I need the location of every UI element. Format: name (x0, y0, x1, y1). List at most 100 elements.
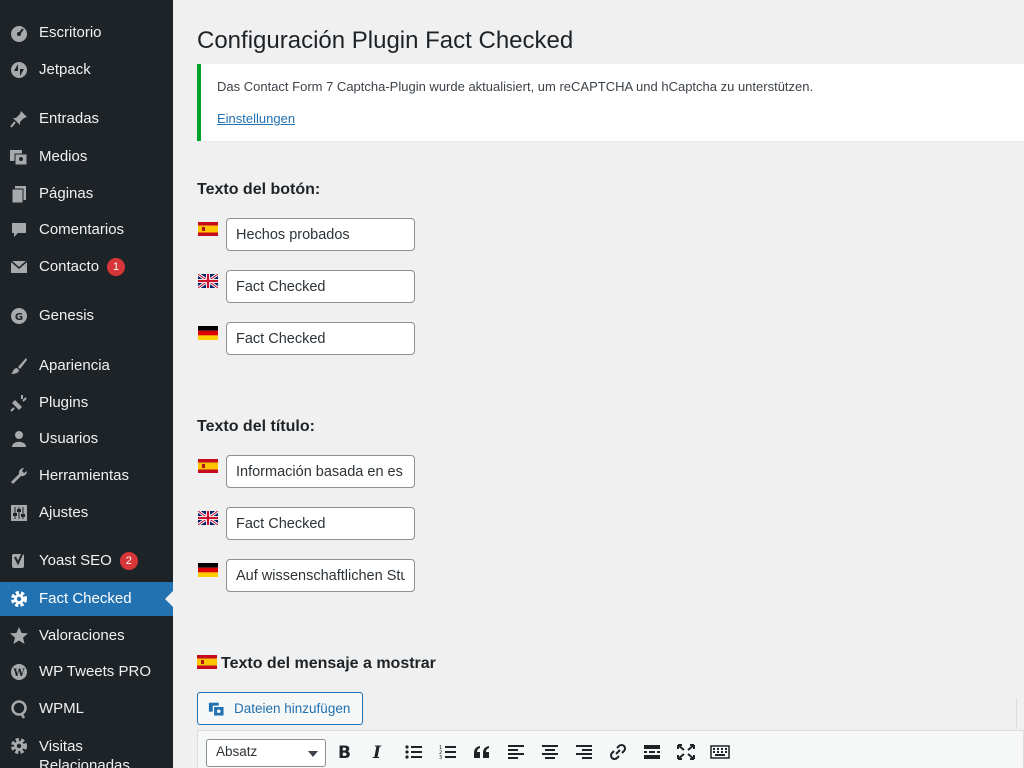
sidebar-item-genesis[interactable]: G Genesis (0, 299, 173, 333)
notification-badge: 2 (119, 552, 138, 570)
main-content: Configuración Plugin Fact Checked Das Co… (173, 0, 1024, 768)
toolbar-toggle-icon[interactable] (710, 742, 730, 762)
sidebar-item-label: Contacto (39, 258, 100, 275)
align-right-icon[interactable] (574, 742, 594, 762)
sidebar-item-label: WPML (39, 700, 84, 717)
svg-text:G: G (15, 312, 23, 323)
sidebar-item-label: Páginas (39, 185, 94, 202)
sidebar-item-wp-tweets-pro[interactable]: W WP Tweets PRO (0, 655, 173, 689)
dashboard-icon (9, 23, 29, 43)
uk-flag-icon (198, 511, 218, 525)
add-media-label: Dateien hinzufügen (234, 701, 351, 716)
sidebar-item-label: Jetpack (39, 61, 91, 78)
star-icon (9, 626, 29, 646)
add-media-icon (208, 702, 225, 717)
title-text-de-input[interactable] (226, 559, 415, 592)
settings-link[interactable]: Einstellungen (217, 111, 295, 126)
fullscreen-icon[interactable] (676, 742, 696, 762)
spain-flag-icon (197, 655, 217, 669)
title-text-heading: Texto del título: (197, 418, 315, 435)
germany-flag-icon (198, 563, 218, 577)
sidebar-item-label: Medios (39, 148, 88, 165)
brush-icon (9, 356, 29, 376)
sidebar-item-yoast-seo[interactable]: Yoast SEO 2 (0, 544, 173, 578)
uk-flag-icon (198, 274, 218, 288)
notice-text: Das Contact Form 7 Captcha-Plugin wurde … (217, 79, 814, 94)
sidebar-item-wpml[interactable]: WPML (0, 692, 173, 726)
yoast-icon (9, 551, 29, 571)
sidebar-item-label: Comentarios (39, 221, 125, 238)
sidebar-item-herramientas[interactable]: Herramientas (0, 459, 173, 493)
svg-text:B: B (338, 743, 351, 761)
sidebar-item-label: Visitas Relacionadas (39, 738, 130, 768)
sidebar-item-comentarios[interactable]: Comentarios (0, 213, 173, 247)
sidebar-item-fact-checked[interactable]: Fact Checked (0, 582, 173, 616)
sidebar-item-paginas[interactable]: Páginas (0, 177, 173, 211)
link-icon[interactable] (608, 742, 628, 762)
message-heading: Texto del mensaje a mostrar (221, 655, 436, 672)
chevron-down-icon (308, 751, 318, 757)
format-select-value: Absatz (216, 744, 258, 759)
media-icon (9, 147, 29, 167)
sidebar-item-usuarios[interactable]: Usuarios (0, 422, 173, 456)
sidebar-item-label: Usuarios (39, 430, 99, 447)
sidebar-item-label: Yoast SEO (39, 552, 112, 569)
sidebar-item-label: Fact Checked (39, 590, 132, 607)
notification-badge: 1 (107, 258, 126, 276)
sidebar-item-plugins[interactable]: Plugins (0, 386, 173, 420)
wrench-icon (9, 466, 29, 486)
bullet-list-icon[interactable] (404, 742, 424, 762)
comments-icon (9, 220, 29, 240)
spain-flag-icon (198, 222, 218, 236)
title-text-es-input[interactable] (226, 455, 415, 488)
sidebar-item-ajustes[interactable]: Ajustes (0, 496, 173, 530)
sidebar-item-label: Valoraciones (39, 627, 125, 644)
button-text-de-input[interactable] (226, 322, 415, 355)
gear-icon (9, 589, 29, 609)
message-heading-row: Texto del mensaje a mostrar (197, 655, 436, 673)
read-more-icon[interactable] (642, 742, 662, 762)
bold-icon[interactable]: B (334, 742, 354, 762)
svg-text:I: I (372, 743, 382, 761)
button-text-en-input[interactable] (226, 270, 415, 303)
mail-icon (9, 257, 29, 277)
sidebar-item-jetpack[interactable]: Jetpack (0, 53, 173, 87)
align-left-icon[interactable] (506, 742, 526, 762)
sidebar-item-visitas-relacionadas[interactable]: Visitas Relacionadas (0, 729, 173, 768)
sidebar-item-entradas[interactable]: Entradas (0, 102, 173, 136)
blockquote-icon[interactable] (472, 742, 492, 762)
add-media-button[interactable]: Dateien hinzufügen (197, 692, 363, 725)
numbered-list-icon[interactable]: 123 (438, 742, 458, 762)
button-text-heading: Texto del botón: (197, 181, 321, 198)
sidebar-item-contacto[interactable]: Contacto 1 (0, 250, 173, 284)
svg-text:3: 3 (439, 755, 442, 760)
editor-toolbar: Absatz B I 123 (197, 730, 1024, 768)
pages-icon (9, 184, 29, 204)
wordpress-icon: W (9, 662, 29, 682)
user-icon (9, 429, 29, 449)
gear-icon (9, 736, 29, 756)
svg-text:W: W (12, 668, 25, 679)
plugin-icon (9, 393, 29, 413)
button-text-es-input[interactable] (226, 218, 415, 251)
sidebar-item-label: Plugins (39, 394, 89, 411)
sidebar-item-label: WP Tweets PRO (39, 663, 151, 680)
jetpack-icon (9, 60, 29, 80)
sidebar-item-medios[interactable]: Medios (0, 140, 173, 174)
update-notice: Das Contact Form 7 Captcha-Plugin wurde … (197, 64, 1024, 141)
sidebar-item-valoraciones[interactable]: Valoraciones (0, 619, 173, 653)
admin-sidebar: Escritorio Jetpack Entradas Medios Págin… (0, 0, 173, 768)
germany-flag-icon (198, 326, 218, 340)
settings-sliders-icon (9, 503, 29, 523)
sidebar-item-label: Ajustes (39, 504, 89, 521)
sidebar-item-apariencia[interactable]: Apariencia (0, 349, 173, 383)
align-center-icon[interactable] (540, 742, 560, 762)
format-select[interactable]: Absatz (206, 739, 326, 767)
title-text-en-input[interactable] (226, 507, 415, 540)
sidebar-item-label: Genesis (39, 307, 95, 324)
sidebar-item-escritorio[interactable]: Escritorio (0, 16, 173, 50)
editor-tab-stub (1016, 698, 1024, 728)
italic-icon[interactable]: I (368, 742, 388, 762)
sidebar-item-label: Escritorio (39, 24, 102, 41)
page-title: Configuración Plugin Fact Checked (197, 27, 574, 54)
